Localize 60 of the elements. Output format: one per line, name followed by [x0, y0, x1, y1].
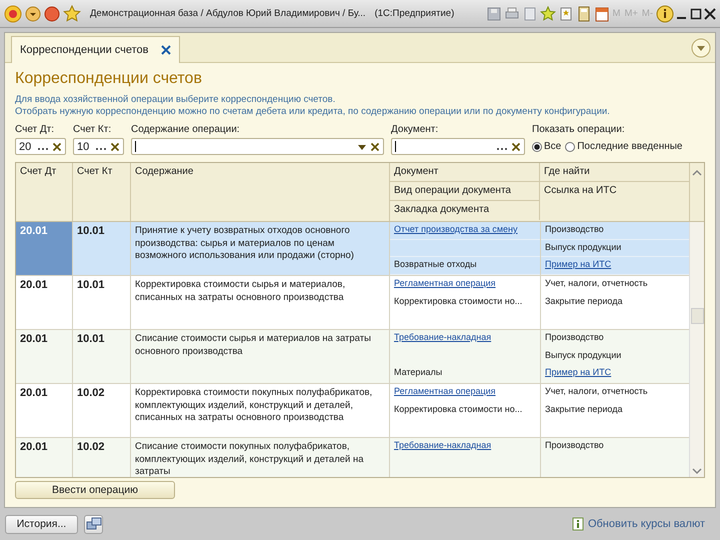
table-cell: Возвратные отходы [394, 259, 477, 269]
field-label: Счет Дт: [15, 124, 56, 137]
hint-text: Отобрать нужную корреспонденцию можно по счетам дебета или кредита, по содержанию операции или по документу конфигурации. [15, 106, 611, 118]
table-cell: 20.01 [16, 276, 73, 329]
table-cell: Списание стоимости сырья и материалов на затраты основного производства [131, 330, 390, 383]
column-header[interactable]: Вид операции документа [390, 182, 540, 201]
table-cell: 10.01 [73, 276, 131, 329]
table-cell: Закрытие периода [545, 296, 622, 306]
column-header[interactable]: Счет Дт [16, 163, 73, 221]
column-header[interactable]: Содержание [131, 163, 390, 221]
update-rates-link[interactable]: Обновить курсы валют [588, 518, 705, 530]
field-label: Содержание операции: [131, 124, 241, 137]
column-header[interactable]: Ссылка на ИТС [540, 182, 690, 221]
enter-operation-button[interactable]: Ввести операцию [15, 481, 175, 499]
table-cell: 10.01 [73, 330, 131, 383]
column-header[interactable]: Где найти [540, 163, 690, 182]
table-cell: Корректировка стоимости но... [394, 404, 522, 414]
table-cell: Выпуск продукции [545, 350, 622, 360]
table-cell: 20.01 [16, 330, 73, 383]
table-cell: Закрытие периода [545, 404, 622, 414]
table-row[interactable]: 20.01 10.02 Списание стоимости покупных полуфабрикатов, комплектующих изделий, конструкций и деталей на затраты Требование-накладная Производство [16, 438, 689, 478]
table-cell: Производство [545, 332, 604, 342]
field-label: Показать операции: [532, 124, 626, 137]
history-button[interactable]: История... [5, 514, 78, 534]
document-link[interactable]: Регламентная операция [394, 278, 496, 288]
radio-label[interactable]: Последние введенные [577, 141, 682, 152]
table-cell: Учет, налоги, отчетность [545, 278, 648, 288]
page-heading: Корреспонденции счетов [15, 70, 203, 88]
table-cell: 20.01 [16, 222, 73, 275]
table-cell: Производство [545, 440, 604, 450]
table-cell: Материалы [394, 367, 442, 377]
table-cell: Принятие к учету возвратных отходов основного производства: сырья и материалов по ценам возможного использования или продажи (сторно) [131, 222, 390, 275]
field-label: Документ: [391, 124, 440, 137]
table-cell: Корректировка стоимости покупных полуфабрикатов, комплектующих изделий, конструкций и деталей, списанных на затраты основного производства [131, 384, 390, 437]
document-link[interactable]: Требование-накладная [394, 440, 492, 450]
hint-text: Для ввода хозяйственной операции выберите корреспонденцию счетов. [15, 94, 336, 106]
input-field[interactable]: 20 [15, 138, 66, 155]
table-cell: Производство [545, 224, 604, 234]
document-link[interactable]: Отчет производства за смену [394, 224, 518, 234]
table-cell: Корректировка стоимости сырья и материалов, списанных на затраты основного производства [131, 276, 390, 329]
table-cell: Учет, налоги, отчетность [545, 386, 648, 396]
table-row[interactable]: 20.01 10.01 Списание стоимости сырья и материалов на затраты основного производства Требование-накладная Материалы Производство Выпуск продукции Пример на ИТС [16, 330, 689, 384]
table-cell: 20.01 [16, 384, 73, 437]
column-header[interactable]: Документ [390, 163, 540, 182]
column-header[interactable]: Счет Кт [73, 163, 131, 221]
table-cell: Выпуск продукции [545, 242, 622, 252]
its-link[interactable]: Пример на ИТС [545, 367, 612, 377]
document-link[interactable]: Регламентная операция [394, 386, 496, 396]
tab[interactable]: Корреспонденции счетов [11, 36, 180, 63]
input-field[interactable]: 10 [73, 138, 124, 155]
app-name: (1С:Предприятие) [374, 8, 454, 19]
table-cell: Корректировка стоимости но... [394, 296, 522, 306]
radio-label[interactable]: Все [544, 141, 562, 152]
column-header[interactable]: Закладка документа [390, 201, 540, 220]
window-title: Демонстрационная база / Абдулов Юрий Владимирович / Бу... [90, 8, 366, 19]
its-link[interactable]: Пример на ИТС [545, 259, 612, 269]
field-label: Счет Кт: [73, 124, 112, 137]
table-cell: 10.01 [73, 222, 131, 275]
document-link[interactable]: Требование-накладная [394, 332, 492, 342]
table-cell: 10.02 [73, 384, 131, 437]
